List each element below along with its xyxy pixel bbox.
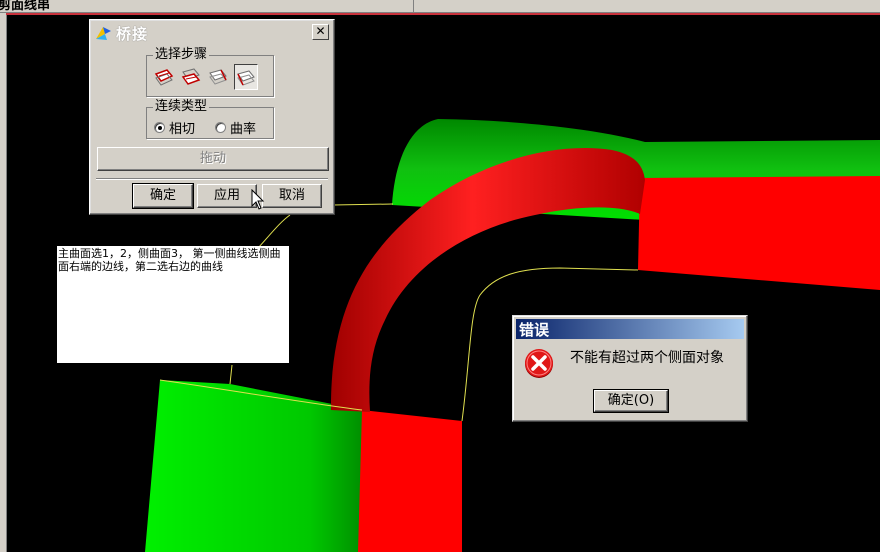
window-title: 剪面线串 [0,0,51,13]
error-message: 不能有超过两个侧面对象 [570,350,724,366]
error-dialog-titlebar[interactable]: 错误 [516,319,744,339]
instruction-note: 主曲面选1，2，侧曲面3， 第一侧曲线选侧曲面右端的边线，第二选右边的曲线 [57,246,289,363]
title-bar: 剪面线串 [0,0,880,13]
title-separator [413,0,414,12]
error-dialog: 错误 不能有超过两个侧面对象 确定(O) [512,315,748,422]
continuity-group-label: 连续类型 [153,99,210,115]
step-first-side-button[interactable] [207,64,231,90]
error-ok-button[interactable]: 确定(O) [593,389,669,413]
mouse-cursor-icon [251,189,265,210]
bridge-dialog-titlebar[interactable]: 桥接 ✕ [93,23,331,43]
apply-button[interactable]: 应用 [197,184,257,208]
left-panel-edge [0,13,7,552]
radio-curvature-dot[interactable] [215,122,226,133]
step-secondary-face-button[interactable] [180,64,204,90]
error-ok-label: 确定(O) [607,393,655,408]
steps-group: 选择步骤 [146,47,274,97]
error-dialog-title: 错误 [519,321,550,339]
yellow-left-edge [229,364,233,385]
radio-curvature-label: 曲率 [230,122,257,137]
bridge-dialog: 桥接 ✕ 选择步骤 连续类型 相切 曲率 拖动 确定 应用 取消 [89,19,335,215]
primary-face-icon [154,69,174,86]
red-right-surface [638,176,880,290]
steps-group-label: 选择步骤 [153,47,210,63]
app-icon [96,27,111,40]
close-icon: ✕ [315,24,326,38]
drag-button[interactable]: 拖动 [97,147,329,171]
yellow-connector [257,214,291,249]
radio-tangent[interactable]: 相切 [154,118,195,137]
close-button[interactable]: ✕ [312,24,329,40]
secondary-face-icon [181,68,201,85]
red-wall-surface [358,410,462,552]
bridge-dialog-title: 桥接 [116,25,149,43]
step-primary-face-button[interactable] [153,64,177,90]
ok-button[interactable]: 确定 [132,183,194,209]
radio-tangent-dot[interactable] [154,122,165,133]
yellow-edge-curve-top [332,203,394,206]
first-side-icon [209,69,227,85]
continuity-group: 连续类型 相切 曲率 [146,99,274,139]
instruction-note-text: 主曲面选1，2，侧曲面3， 第一侧曲线选侧曲面右端的边线，第二选右边的曲线 [58,247,281,273]
error-icon [525,349,553,378]
cancel-button[interactable]: 取消 [262,184,322,208]
step-second-side-button[interactable] [234,64,258,90]
dialog-separator [96,178,328,180]
radio-tangent-label: 相切 [169,122,196,137]
second-side-icon [237,70,255,86]
radio-curvature[interactable]: 曲率 [215,118,256,137]
